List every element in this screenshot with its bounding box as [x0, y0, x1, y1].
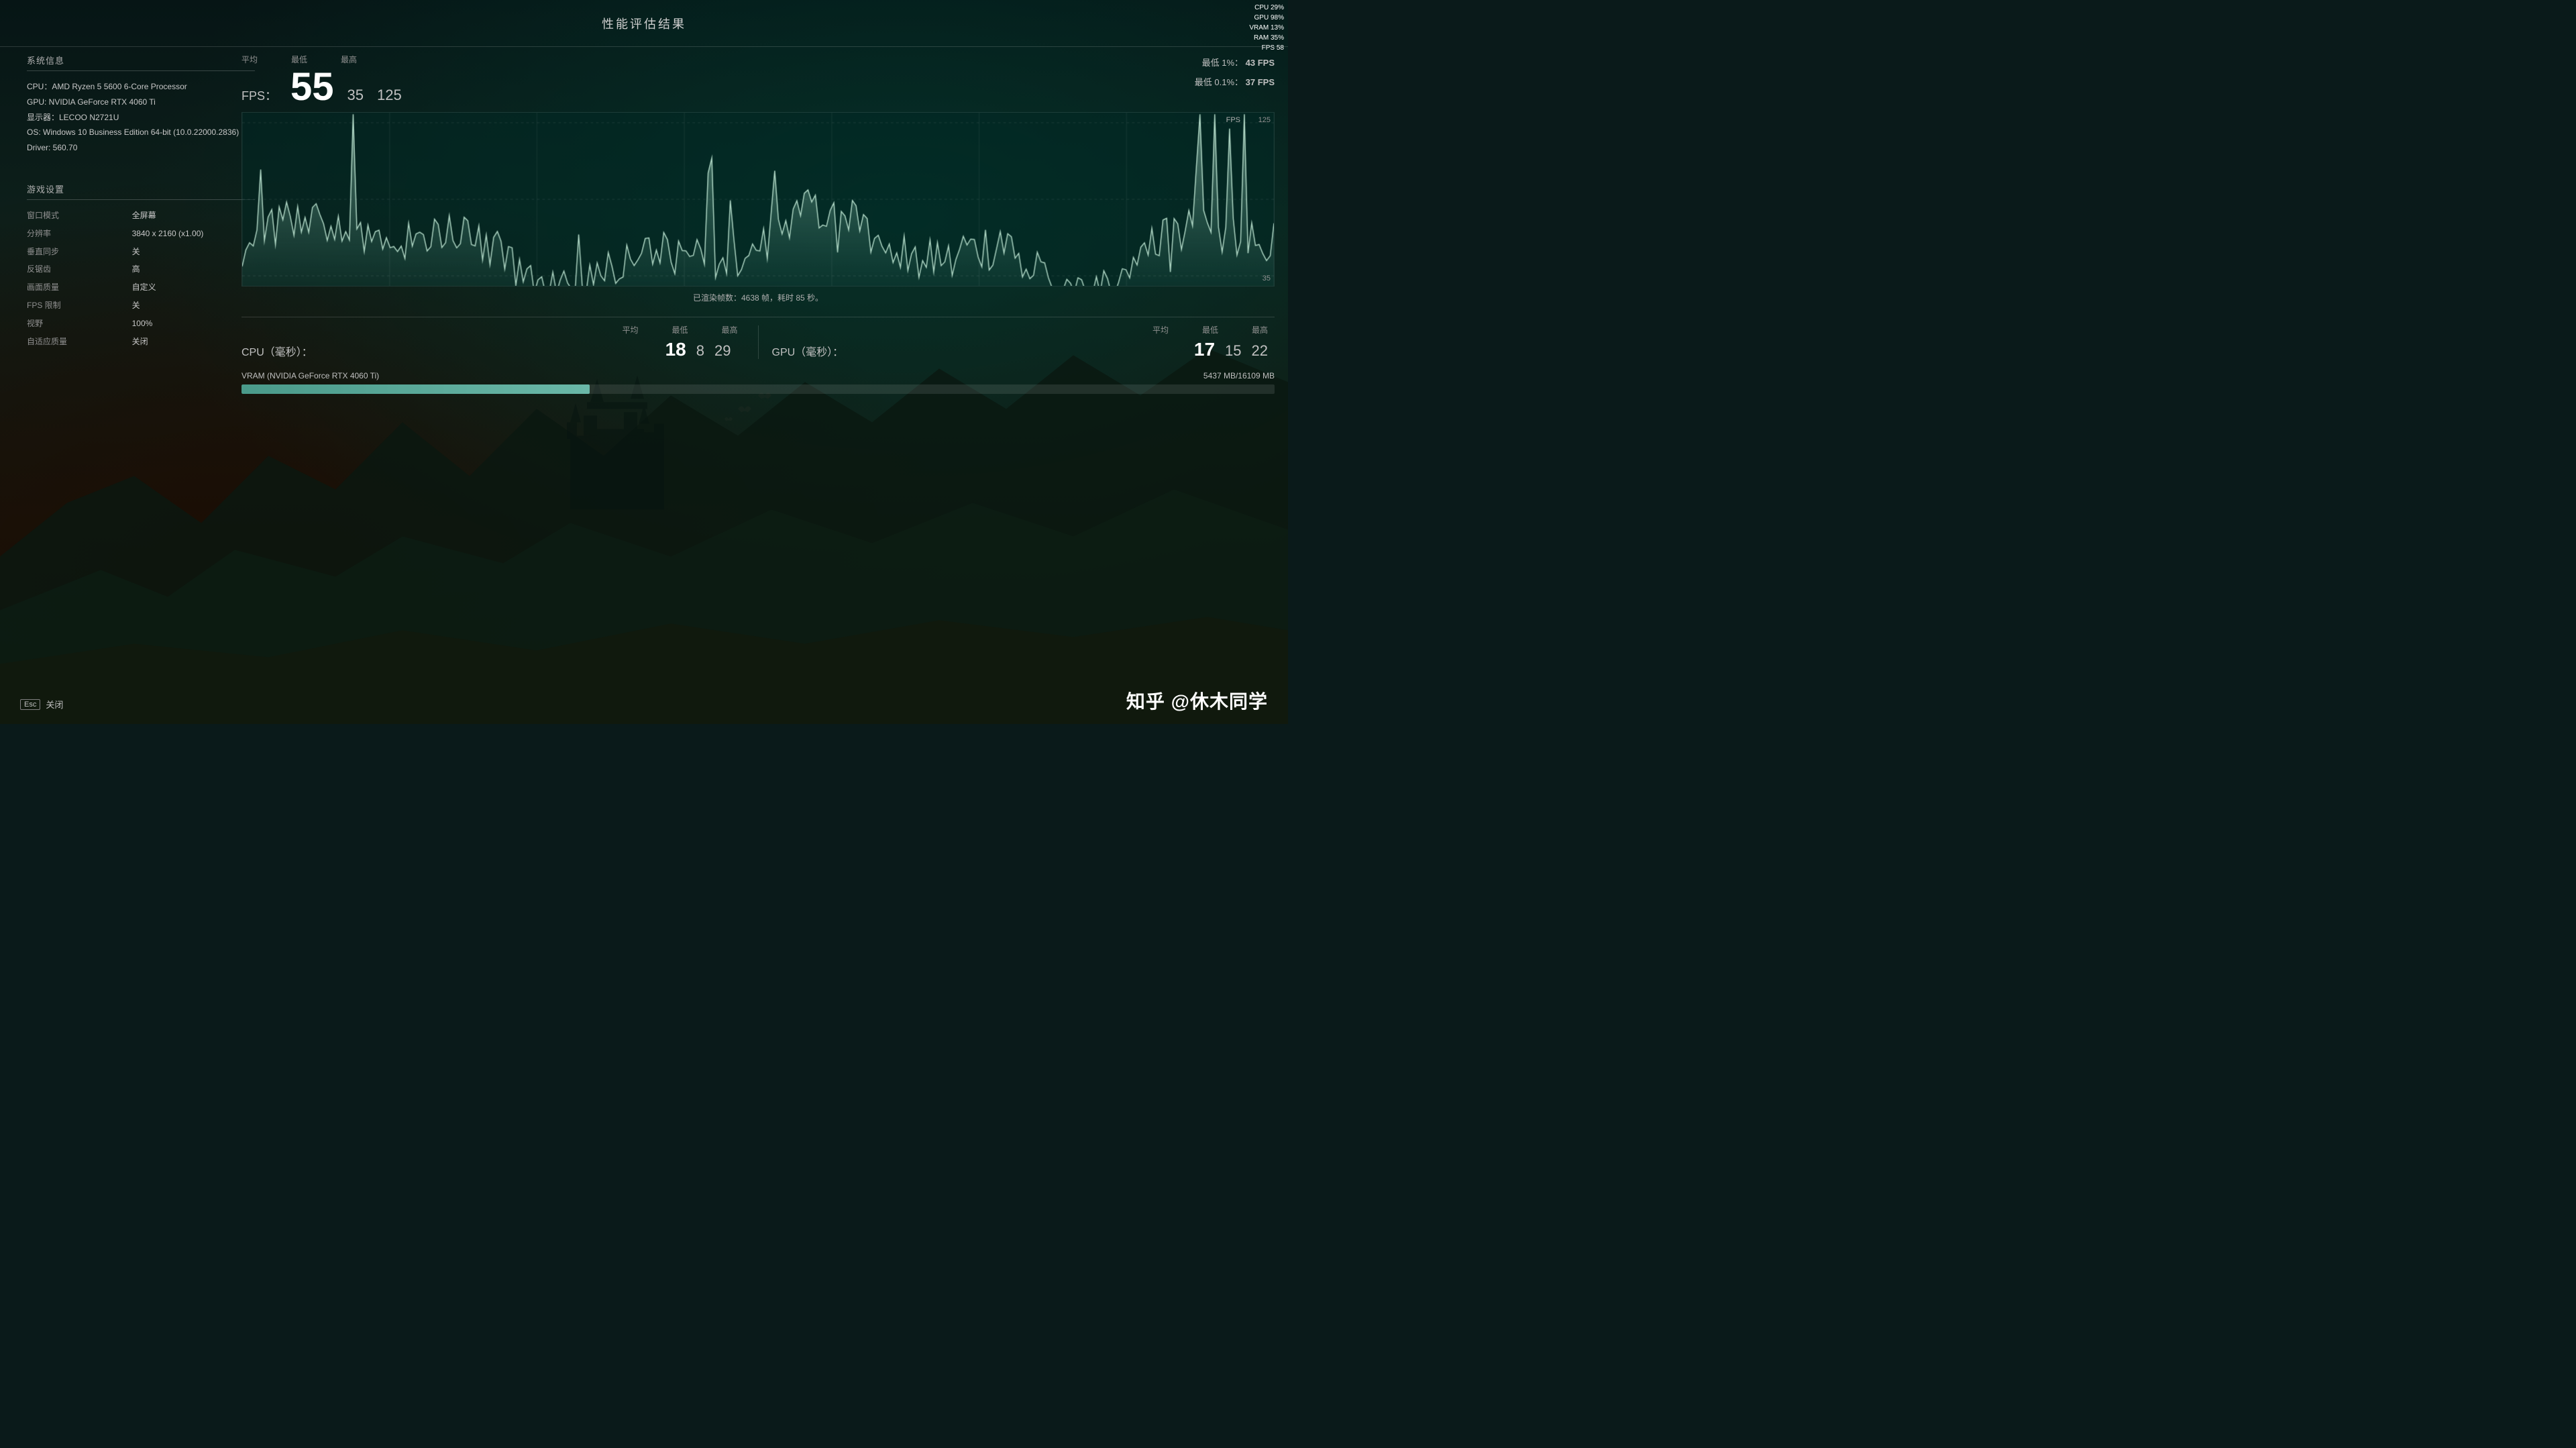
graph-max-label: 125	[1258, 116, 1271, 124]
cpu-ms-max: 29	[714, 342, 731, 360]
hud-vram: VRAM 13%	[1249, 23, 1284, 33]
vram-section: VRAM (NVIDIA GeForce RTX 4060 Ti) 5437 M…	[241, 371, 1275, 394]
cpu-ms-avg: 18	[665, 339, 686, 360]
settings-value: 高	[132, 262, 255, 277]
settings-value: 关	[132, 298, 255, 313]
ms-section: 平均 最低 最高 CPU（毫秒）： 18 8 29 平均 最低 最高 GPU（毫…	[241, 324, 1275, 360]
settings-grid: 窗口模式全屏幕分辨率3840 x 2160 (x1.00)垂直同步关反锯齿高画面…	[27, 208, 255, 349]
fps-max-value: 125	[377, 87, 402, 104]
fps-p1-label: 最低 1%：	[1202, 58, 1243, 68]
settings-label: 视野	[27, 316, 119, 331]
hud-fps: FPS 58	[1249, 43, 1284, 53]
close-button[interactable]: Esc 关闭	[20, 698, 63, 711]
system-info: CPU：AMD Ryzen 5 5600 6-Core Processor GP…	[27, 79, 255, 156]
hud-cpu: CPU 29%	[1249, 3, 1284, 13]
settings-label: 分辨率	[27, 226, 119, 242]
settings-value: 关	[132, 244, 255, 260]
system-monitor: 显示器：LECOO N2721U	[27, 110, 255, 125]
fps-top-row: 平均 最低 最高 FPS： 55 35 125 最低 1%： 43 FPS 最低…	[241, 54, 1275, 107]
fps-main: 平均 最低 最高 FPS： 55 35 125	[241, 54, 422, 107]
gpu-ms-block: 平均 最低 最高 GPU（毫秒）： 17 15 22	[772, 324, 1275, 360]
vram-header: VRAM (NVIDIA GeForce RTX 4060 Ti) 5437 M…	[241, 371, 1275, 380]
fps-percentile: 最低 1%： 43 FPS 最低 0.1%： 37 FPS	[1195, 54, 1275, 92]
fps-label: FPS：	[241, 87, 277, 104]
settings-value: 关闭	[132, 334, 255, 350]
vram-bar-fill	[241, 384, 590, 394]
cpu-ms-label: CPU（毫秒）：	[241, 343, 313, 359]
left-panel: 系统信息 CPU：AMD Ryzen 5 5600 6-Core Process…	[27, 54, 255, 349]
gpu-ms-max: 22	[1252, 342, 1268, 360]
settings-label: 反锯齿	[27, 262, 119, 277]
fps-graph-container: FPS 125 35	[241, 112, 1275, 287]
settings-label: FPS 限制	[27, 298, 119, 313]
close-label: 关闭	[46, 698, 63, 711]
watermark: 知乎 @休木同学	[1126, 687, 1268, 714]
fps-p01-value: 37 FPS	[1246, 77, 1275, 87]
graph-fps-label: FPS	[1226, 116, 1240, 124]
fps-max-header: 最高	[341, 54, 357, 65]
settings-value: 100%	[132, 316, 255, 331]
hud-overlay: CPU 29% GPU 98% VRAM 13% RAM 35% FPS 58	[1249, 3, 1284, 53]
settings-value: 全屏幕	[132, 208, 255, 223]
cpu-ms-min: 8	[696, 342, 704, 360]
settings-label: 自适应质量	[27, 334, 119, 350]
cpu-max-header: 最高	[721, 324, 737, 335]
title-bar: 性能评估结果	[0, 0, 1288, 47]
system-driver: Driver: 560.70	[27, 140, 255, 156]
vram-bar-bg	[241, 384, 1275, 394]
fps-min-value: 35	[347, 87, 364, 104]
rendered-frames: 已渲染帧数：4638 帧，耗时 85 秒。	[241, 292, 1275, 303]
gpu-min-header: 最低	[1202, 324, 1218, 335]
settings-label: 窗口模式	[27, 208, 119, 223]
system-os: OS: Windows 10 Business Edition 64-bit (…	[27, 125, 255, 140]
cpu-ms-block: 平均 最低 最高 CPU（毫秒）： 18 8 29	[241, 324, 745, 360]
vram-value: 5437 MB/16109 MB	[1203, 371, 1275, 380]
system-cpu: CPU：AMD Ryzen 5 5600 6-Core Processor	[27, 79, 255, 95]
fps-avg-header: 平均	[241, 54, 258, 65]
esc-key: Esc	[20, 699, 40, 710]
fps-min-header: 最低	[291, 54, 307, 65]
gpu-ms-min: 15	[1225, 342, 1241, 360]
vram-label: VRAM (NVIDIA GeForce RTX 4060 Ti)	[241, 371, 379, 380]
cpu-avg-header: 平均	[622, 324, 638, 335]
graph-min-label: 35	[1263, 274, 1271, 282]
page-title: 性能评估结果	[602, 15, 686, 32]
cpu-min-header: 最低	[672, 324, 688, 335]
main-panel: 平均 最低 最高 FPS： 55 35 125 最低 1%： 43 FPS 最低…	[241, 54, 1275, 394]
gpu-max-header: 最高	[1252, 324, 1268, 335]
fps-p1-value: 43 FPS	[1246, 58, 1275, 68]
ms-separator	[758, 325, 759, 359]
gpu-ms-avg: 17	[1194, 339, 1215, 360]
hud-gpu: GPU 98%	[1249, 13, 1284, 23]
system-section-title: 系统信息	[27, 54, 255, 71]
settings-label: 画面质量	[27, 280, 119, 295]
settings-label: 垂直同步	[27, 244, 119, 260]
fps-avg-value: 55	[290, 68, 334, 107]
settings-section-title: 游戏设置	[27, 183, 255, 200]
system-gpu: GPU: NVIDIA GeForce RTX 4060 Ti	[27, 95, 255, 110]
settings-value: 3840 x 2160 (x1.00)	[132, 226, 255, 242]
settings-value: 自定义	[132, 280, 255, 295]
hud-ram: RAM 35%	[1249, 33, 1284, 43]
fps-graph-canvas	[242, 113, 1274, 286]
fps-p01-label: 最低 0.1%：	[1195, 77, 1243, 87]
gpu-ms-label: GPU（毫秒）：	[772, 343, 844, 359]
gpu-avg-header: 平均	[1152, 324, 1169, 335]
